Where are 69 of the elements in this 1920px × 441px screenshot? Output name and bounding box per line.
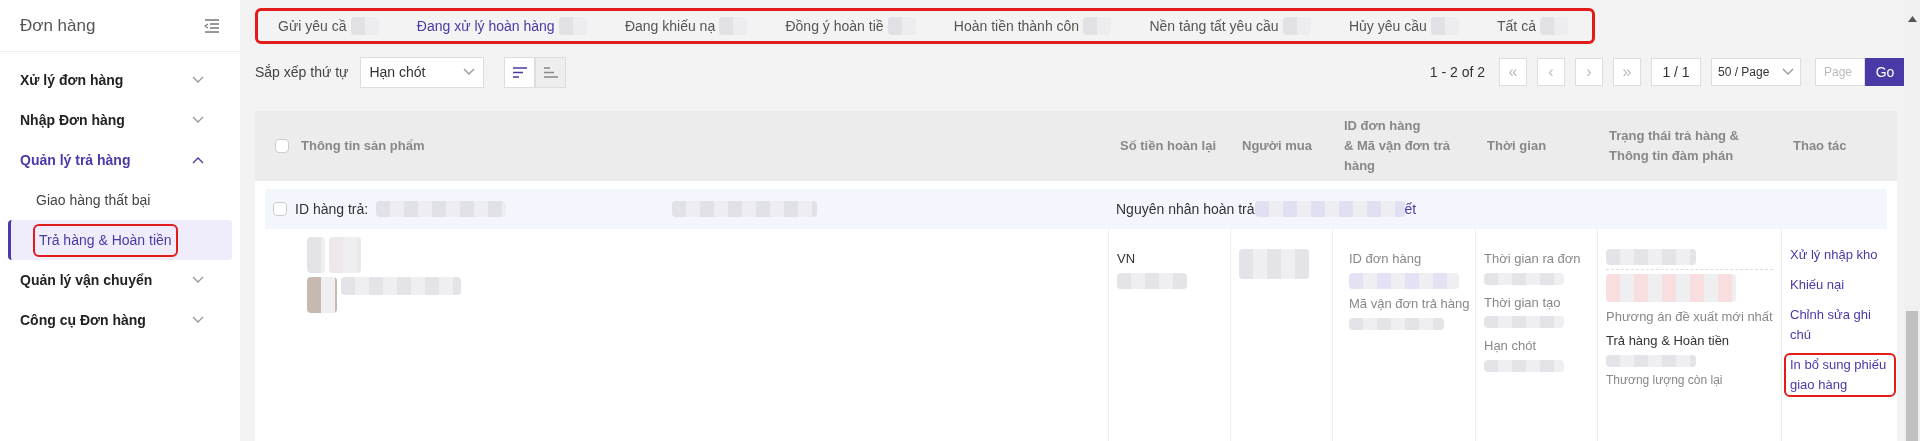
chevron-down-icon [1782,68,1794,76]
action-link[interactable]: Khiếu nại [1786,275,1894,295]
blurred-text [1239,249,1309,279]
tab[interactable]: Đồng ý hoàn tiề [765,15,916,37]
return-id-label: ID hàng trả: [295,199,369,219]
time-label: Hạn chót [1484,337,1538,355]
column-header: Số tiền hoàn lại [1120,137,1217,155]
column-header: ID đơn hàng & Mã vận đơn trả hàng [1344,117,1452,175]
column-header: Trạng thái trả hàng & Thông tin đàm phán [1609,127,1740,165]
tab[interactable]: Đang xử lý hoàn hàng [396,15,587,37]
sidebar-item[interactable]: Trả hàng & Hoàn tiền [8,220,232,260]
tab[interactable]: Hủy yêu cầu [1328,15,1459,37]
column-header: Thao tác [1793,137,1847,155]
chevron-down-icon [463,68,476,76]
sidebar-item[interactable]: Giao hàng thất bại [8,180,232,220]
chevron-down-icon [192,276,204,284]
sidebar-group[interactable]: Công cụ Đơn hàng [0,300,224,340]
page-input[interactable]: Page [1815,58,1865,86]
chevron-down-icon [192,116,204,124]
action-link[interactable]: In bổ sung phiếu giao hàng [1786,355,1894,395]
action-link[interactable]: Chỉnh sửa ghi chú [1786,305,1894,345]
return-tracking-label: Mã vận đơn trả hàng [1349,294,1471,313]
scrollbar-thumb[interactable] [1906,311,1918,441]
highlight-frame: Giao hàng thất bại [32,185,155,215]
action-link[interactable]: Xử lý nhập kho [1786,245,1894,265]
return-reason-label: Nguyên nhân hoàn trả [1115,199,1255,219]
sidebar-group[interactable]: Xử lý đơn hàng [0,60,224,100]
time-label: Thời gian ra đơn [1484,250,1582,268]
blurred-text [1117,272,1187,289]
refund-amount: VN [1117,250,1137,268]
highlight-frame: Trả hàng & Hoàn tiền [35,225,176,255]
column-header: Thời gian [1487,137,1547,155]
checkbox[interactable] [275,139,289,153]
proposal-label: Phương án đề xuất mới nhất [1606,308,1773,326]
reason-link[interactable]: ết [1404,198,1417,220]
sidebar-title: Đơn hàng [20,14,96,37]
time-label: Thời gian tạo [1484,293,1562,312]
column-header: Thông tin sản phẩm [301,137,425,155]
sidebar-group[interactable]: Nhập Đơn hàng [0,100,224,140]
tab[interactable]: Hoàn tiền thành côn [933,15,1112,37]
checkbox[interactable] [273,202,287,216]
blurred-text [307,277,337,313]
sort-ascending-icon [543,66,558,78]
column-header: Người mua [1242,137,1312,155]
tab[interactable]: Gửi yêu cầ [258,15,379,37]
sort-label: Sắp xếp thứ tự [255,62,349,82]
tab[interactable]: Nền tảng tất yêu cầu [1129,15,1311,37]
sort-select[interactable]: Hạn chót [360,56,485,88]
blurred-text [329,237,361,273]
go-button[interactable]: Go [1865,58,1905,86]
order-id-label: ID đơn hàng [1349,250,1423,268]
sidebar-group[interactable]: Quản lý trả hàng [0,140,224,180]
sidebar-group[interactable]: Quản lý vận chuyển [0,260,224,300]
page-size-select[interactable]: 50 / Page [1711,58,1801,86]
tab[interactable]: Đang khiếu nạ [604,15,748,37]
blurred-text [307,237,325,273]
scroll-up-icon[interactable] [1907,16,1917,22]
collapse-menu-icon[interactable] [204,18,220,33]
proposal-value: Trả hàng & Hoàn tiền [1606,332,1731,350]
chevron-up-icon [192,156,204,164]
sort-descending-button[interactable] [504,56,536,88]
chevron-down-icon [192,316,204,324]
sort-ascending-button[interactable] [535,56,567,88]
tab[interactable]: Tất cả [1477,15,1568,37]
page-range: 1 - 2 of 2 [1429,62,1485,82]
negotiation-remaining: Thương lượng còn lại [1606,371,1724,389]
chevron-down-icon [192,76,204,84]
sort-descending-icon [512,66,527,78]
page-indicator: 1 / 1 [1651,58,1701,86]
